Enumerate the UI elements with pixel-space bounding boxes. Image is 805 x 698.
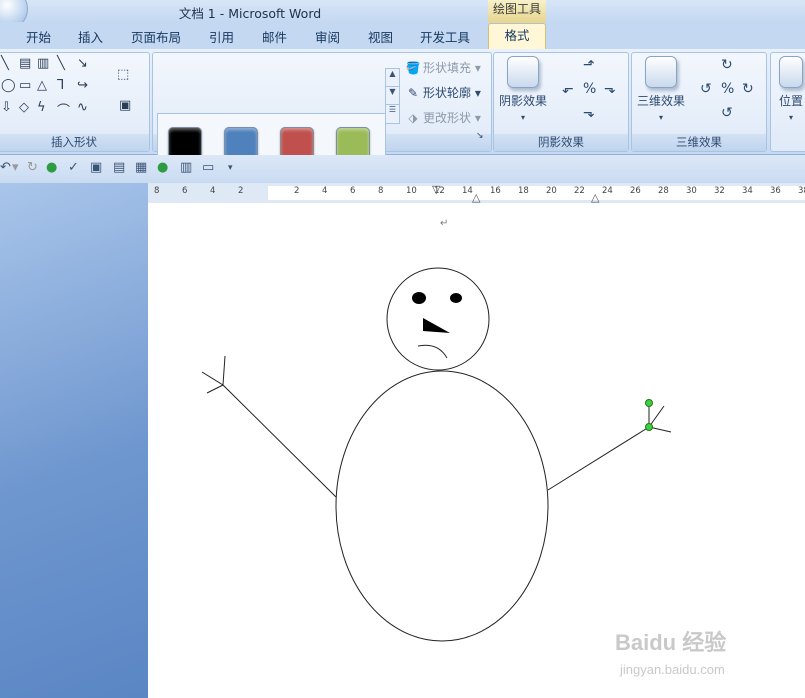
snowman-drawing <box>201 267 672 642</box>
baidu-watermark: Baidu 经验 <box>615 630 727 655</box>
snowman-head[interactable] <box>386 267 490 371</box>
selection-handle-bottom[interactable] <box>645 423 653 431</box>
left-arm[interactable] <box>222 384 337 498</box>
left-eye[interactable] <box>412 292 426 304</box>
baidu-watermark-url: jingyan.baidu.com <box>620 662 725 677</box>
left-hand-finger[interactable] <box>206 384 224 394</box>
selection-handle-top[interactable] <box>645 399 653 407</box>
snowman-body[interactable] <box>335 370 549 642</box>
left-hand-finger[interactable] <box>222 355 226 386</box>
left-hand-finger[interactable] <box>201 371 224 386</box>
right-eye[interactable] <box>450 293 462 303</box>
right-arm[interactable] <box>547 426 650 491</box>
